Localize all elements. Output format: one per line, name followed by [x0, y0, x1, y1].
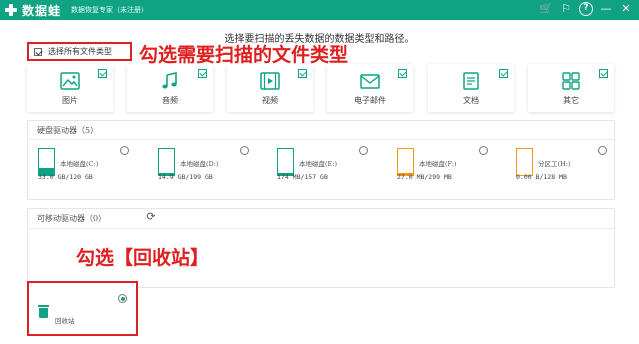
- other-icon: [562, 72, 580, 90]
- title-bar: 数据蛙 数据恢复专家（未注册） 🛒 ⚐ ? — ✕: [0, 0, 639, 20]
- drive-radio[interactable]: [598, 146, 607, 155]
- cart-icon[interactable]: 🛒: [539, 2, 553, 16]
- window-controls: 🛒 ⚐ ? — ✕: [539, 2, 633, 16]
- document-icon: [463, 72, 479, 90]
- file-type-video[interactable]: 视频: [227, 64, 313, 112]
- close-icon[interactable]: ✕: [619, 2, 633, 16]
- drive-icon: [516, 148, 533, 176]
- drive-radio[interactable]: [359, 146, 368, 155]
- drive-icon: [277, 148, 294, 176]
- image-icon: [60, 72, 80, 90]
- drive-item[interactable]: 分区工(H:) 0.00 B/128 MB: [516, 146, 626, 186]
- file-type-checkbox[interactable]: [298, 69, 307, 78]
- drive-size: 27.0 MB/299 MB: [397, 173, 452, 181]
- refresh-icon[interactable]: ⟳: [145, 211, 157, 223]
- drive-name: 本地磁盘(E:): [299, 160, 338, 168]
- drive-item[interactable]: 本地磁盘(D:) 14.9 GB/199 GB: [158, 146, 268, 186]
- file-type-audio[interactable]: 音频: [127, 64, 213, 112]
- checkbox-box[interactable]: [34, 47, 42, 56]
- recycle-bin-label: 回收站: [55, 317, 75, 325]
- video-icon: [260, 72, 280, 90]
- file-type-image[interactable]: 图片: [27, 64, 113, 112]
- file-type-label: 文档: [463, 96, 479, 105]
- email-icon: [360, 74, 380, 89]
- removable-title: 可移动驱动器（0）: [37, 214, 107, 223]
- drive-item[interactable]: 本地磁盘(E:) 174 MB/157 GB: [277, 146, 387, 186]
- drive-icon: [38, 148, 55, 176]
- drive-name: 分区工(H:): [538, 160, 571, 168]
- select-all-label: 选择所有文件类型: [48, 47, 112, 56]
- file-type-label: 其它: [563, 96, 579, 105]
- drive-item[interactable]: 本地磁盘(C:) 33.0 GB/120 GB: [38, 146, 148, 186]
- help-icon[interactable]: ?: [579, 2, 593, 16]
- panel-divider: [27, 228, 615, 229]
- file-type-email[interactable]: 电子邮件: [327, 64, 413, 112]
- hard-drive-title: 硬盘驱动器（5）: [37, 126, 99, 135]
- drive-size: 174 MB/157 GB: [277, 173, 328, 181]
- select-all-checkbox[interactable]: 选择所有文件类型: [27, 42, 132, 61]
- recycle-bin-radio[interactable]: [118, 294, 127, 303]
- file-type-label: 视频: [262, 96, 278, 105]
- file-type-other[interactable]: 其它: [528, 64, 614, 112]
- panel-divider: [27, 139, 615, 140]
- minimize-icon[interactable]: —: [599, 2, 613, 16]
- trash-icon: [38, 305, 49, 318]
- app-logo: 数据蛙: [4, 2, 61, 19]
- plus-logo-icon: [4, 3, 18, 17]
- recycle-bin-item[interactable]: 回收站: [27, 281, 138, 336]
- annotation-select-file-types: 勾选需要扫描的文件类型: [139, 44, 349, 66]
- drive-name: 本地磁盘(C:): [60, 160, 99, 168]
- drive-name: 本地磁盘(D:): [180, 160, 219, 168]
- drive-icon: [397, 148, 414, 176]
- annotation-select-recycle-bin: 勾选【回收站】: [76, 247, 210, 269]
- drive-item[interactable]: 本地磁盘(F:) 27.0 MB/299 MB: [397, 146, 507, 186]
- drive-icon: [158, 148, 175, 176]
- gift-icon[interactable]: ⚐: [559, 2, 573, 16]
- drive-radio[interactable]: [479, 146, 488, 155]
- drive-radio[interactable]: [240, 146, 249, 155]
- drive-size: 0.00 B/128 MB: [516, 173, 567, 181]
- audio-icon: [162, 72, 177, 89]
- file-type-checkbox[interactable]: [98, 69, 107, 78]
- app-name: 数据蛙: [22, 3, 62, 18]
- drive-name: 本地磁盘(F:): [419, 160, 457, 168]
- drive-size: 14.9 GB/199 GB: [158, 173, 213, 181]
- app-subtitle: 数据恢复专家（未注册）: [71, 6, 149, 14]
- file-type-checkbox[interactable]: [398, 69, 407, 78]
- drive-size: 33.0 GB/120 GB: [38, 173, 93, 181]
- file-type-checkbox[interactable]: [499, 69, 508, 78]
- file-type-checkbox[interactable]: [599, 69, 608, 78]
- file-type-label: 音频: [162, 96, 178, 105]
- file-type-label: 图片: [62, 96, 78, 105]
- file-type-document[interactable]: 文档: [428, 64, 514, 112]
- file-type-label: 电子邮件: [354, 96, 386, 105]
- file-type-checkbox[interactable]: [198, 69, 207, 78]
- drive-radio[interactable]: [120, 146, 129, 155]
